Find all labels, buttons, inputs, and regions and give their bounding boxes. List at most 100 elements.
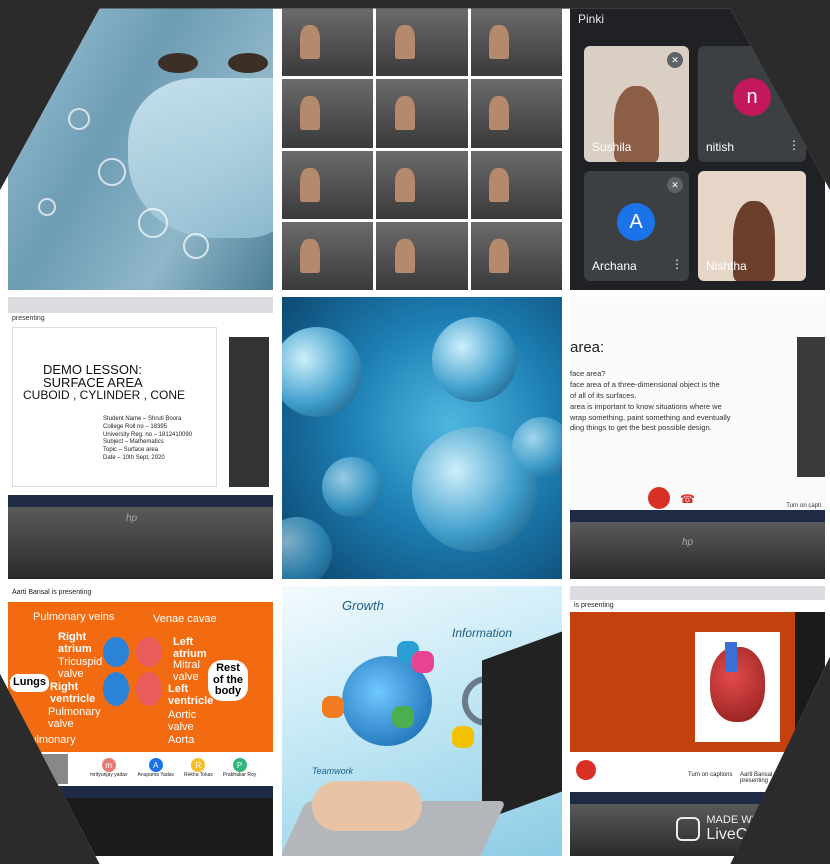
detail-line: University Reg. no – 1812410090	[103, 431, 193, 438]
chat-icon	[412, 651, 434, 673]
label-rest-of-body: Rest of the body	[208, 660, 248, 701]
online-classes-grid	[282, 8, 562, 290]
attendee-name: Anupama Yadav	[137, 772, 175, 778]
attendee-name: mrityunjay yadav	[90, 772, 128, 778]
participant-tile[interactable]: Nishtha	[698, 171, 806, 281]
slide-line: of all of its surfaces.	[570, 390, 637, 400]
attendee[interactable]: m mrityunjay yadav	[90, 758, 128, 778]
class-screenshot	[282, 221, 374, 290]
class-screenshot	[470, 221, 562, 290]
collage: Pinki ✕ Sushila n nitish ⋮ A Archana ✕ ⋮…	[0, 8, 830, 864]
detail-line: Student Name – Shruti Boora	[103, 416, 182, 422]
slide-title-3: CUBOID , CYLINDER , CONE	[23, 388, 186, 402]
more-options-icon[interactable]: ⋮	[788, 138, 800, 152]
class-screenshot	[470, 79, 562, 148]
livecollage-watermark: MADE WITH LiveCollage	[676, 814, 790, 844]
virus-cell	[282, 327, 362, 417]
livecollage-logo-icon	[676, 817, 701, 842]
hp-logo: hp	[682, 537, 694, 548]
coronavirus-image	[282, 297, 562, 579]
slide-line: face area?	[570, 369, 606, 378]
watermark-line1: MADE WITH	[706, 814, 770, 827]
heart-lesson-photo: Aarti Bansal is presenting Pulmonary vei…	[8, 586, 273, 856]
attendee-bar: m mrityunjay yadav A Anupama Yadav R Rekha …	[8, 752, 273, 786]
participant-name: Archana	[592, 259, 637, 273]
hp-logo: hp	[126, 513, 138, 524]
more-options-icon[interactable]: ⋮	[671, 257, 683, 271]
participant-name-top: Pinki	[578, 12, 605, 26]
slide-title: area:	[570, 339, 605, 356]
presenting-label: presenting	[12, 315, 45, 322]
laptop-screen: area: face area? face area of a three-di…	[570, 297, 825, 522]
taskbar	[570, 510, 825, 522]
participant-name: Sushila	[592, 140, 632, 154]
virus-cell	[282, 517, 332, 579]
avatar: R	[191, 758, 206, 772]
class-screenshot	[376, 79, 468, 148]
laptop-screen: presenting DEMO LESSON: SURFACE AREA CUB…	[8, 297, 273, 507]
captions-button[interactable]: Turn on capti	[786, 503, 821, 509]
hand-raise-button[interactable]	[648, 487, 670, 509]
class-screenshot	[376, 221, 468, 290]
app-icon	[322, 696, 344, 718]
mic-off-icon: ✕	[667, 52, 683, 68]
participant-name: nitish	[706, 140, 735, 154]
browser-bar	[8, 297, 273, 313]
hand-raise-button[interactable]	[576, 760, 596, 780]
attendee[interactable]: R Rekha Tokas	[184, 758, 213, 778]
participant-tile[interactable]: ✕ Sushila	[584, 46, 689, 162]
laptop-keyboard: hp	[8, 507, 273, 579]
label-right-ventricle: Right ventricle	[50, 681, 96, 705]
class-screenshot	[282, 150, 374, 219]
virus-cell	[322, 457, 382, 517]
end-call-icon[interactable]: ☎	[680, 492, 695, 506]
technology-laptop-image: Growth Information Teamwork	[282, 586, 562, 856]
slide-line: face area of a three-dimensional object …	[570, 379, 720, 389]
label-pulmonary-valve: Pulmonary valve	[48, 706, 101, 730]
avatar: P	[232, 758, 247, 772]
class-screenshot	[470, 150, 562, 219]
laptop-screen-shape	[482, 631, 562, 821]
avatar: m	[101, 758, 116, 772]
self-video	[12, 754, 68, 784]
participant-tile[interactable]: A Archana ✕ ⋮	[584, 171, 689, 281]
participant-tile[interactable]: n nitish ⋮	[698, 46, 806, 162]
avatar: A	[617, 203, 655, 241]
taskbar	[8, 495, 273, 507]
slide-body: face area? face area of a three-dimensio…	[570, 369, 731, 434]
slide-line: ding things to get the best possible des…	[570, 423, 712, 433]
laptop-keyboard: hp	[570, 522, 825, 579]
area-lesson-photo: area: face area? face area of a three-di…	[570, 297, 825, 579]
attendee[interactable]: P Prabhakar Roy	[223, 758, 256, 778]
taskbar	[570, 792, 825, 804]
typing-hands	[312, 781, 422, 831]
eye-left	[158, 53, 198, 73]
virus-cell	[432, 317, 517, 402]
label-left-ventricle: Left ventricle	[168, 683, 214, 707]
label-pulmonary: Pulmonary	[23, 734, 76, 746]
virus-particle	[38, 198, 56, 216]
heart-shape	[710, 647, 765, 722]
class-screenshot	[282, 8, 374, 77]
label-pulmonary-veins: Pulmonary veins	[33, 611, 115, 623]
detail-line: Topic – Surface area	[103, 447, 159, 454]
presenting-label: Aarti Bansal is presenting	[8, 586, 273, 602]
captions-button[interactable]: Turn on captions	[688, 772, 732, 778]
participant-name: Nishtha	[706, 259, 747, 273]
virus-particle	[138, 208, 168, 238]
attendee-name: Prabhakar Roy	[222, 772, 257, 778]
avatar: n	[733, 78, 771, 116]
folder-icon	[392, 706, 414, 728]
label-right-atrium: Right atrium	[58, 631, 92, 655]
right-atrium-shape	[103, 637, 129, 667]
attendee[interactable]: A Anupama Yadav	[137, 758, 175, 778]
virus-particle	[98, 158, 126, 186]
surface-area-lesson-photo: presenting DEMO LESSON: SURFACE AREA CUB…	[8, 297, 273, 579]
mail-icon	[452, 726, 474, 748]
left-ventricle-shape	[136, 672, 162, 706]
class-screenshot	[470, 8, 562, 77]
label-tricuspid-valve: Tricuspid valve	[58, 656, 103, 680]
participant-strip	[797, 337, 825, 477]
slide: DEMO LESSON: SURFACE AREA CUBOID , CYLIN…	[12, 327, 217, 487]
class-screenshot	[376, 150, 468, 219]
